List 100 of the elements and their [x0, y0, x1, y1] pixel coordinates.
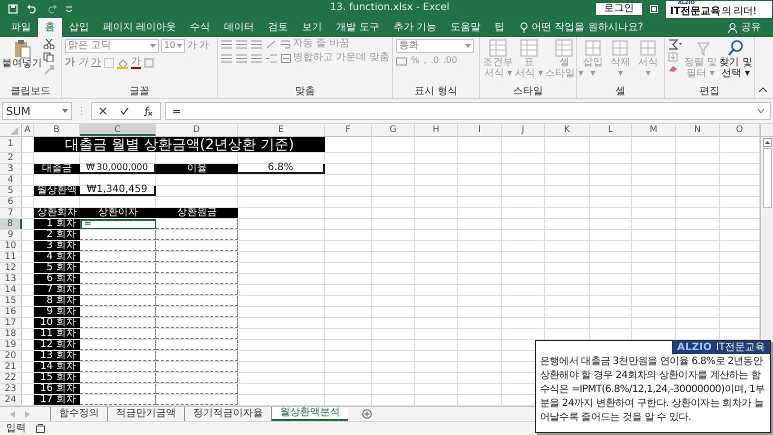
- ribbon-tab[interactable]: 홈: [38, 18, 62, 37]
- scrollbar-thumb[interactable]: [762, 148, 772, 208]
- column-header[interactable]: E: [238, 124, 325, 136]
- number-format-field[interactable]: 통화: [396, 39, 474, 53]
- autosum-icon[interactable]: [668, 39, 682, 50]
- row-header[interactable]: 14: [0, 285, 22, 295]
- customize-icon[interactable]: [66, 6, 72, 12]
- ribbon-tab[interactable]: 삽입: [62, 18, 96, 37]
- redo-icon[interactable]: [46, 4, 58, 14]
- align-middle-icon[interactable]: [236, 40, 247, 48]
- row-header[interactable]: 7: [0, 208, 22, 218]
- lightbulb-icon[interactable]: [520, 22, 528, 33]
- row-header[interactable]: 10: [0, 241, 22, 251]
- indent-icon[interactable]: [266, 54, 277, 62]
- find-select-button[interactable]: 찾기 및 선택 ▾: [719, 39, 752, 79]
- dropdown-icon[interactable]: [62, 109, 68, 113]
- column-header[interactable]: D: [156, 124, 238, 136]
- row-header[interactable]: 23: [0, 384, 22, 394]
- formula-field[interactable]: =: [165, 102, 771, 120]
- column-header[interactable]: I: [458, 124, 502, 136]
- row-header[interactable]: 9: [0, 230, 22, 240]
- row-header[interactable]: 19: [0, 340, 22, 350]
- row-header[interactable]: 15: [0, 296, 22, 306]
- row-header[interactable]: 20: [0, 351, 22, 361]
- tell-me-field[interactable]: 어떤 작업을 원하시나요?: [532, 20, 644, 35]
- ribbon-tab[interactable]: 도움말: [444, 18, 488, 37]
- ribbon-display-icon[interactable]: [650, 5, 658, 13]
- dropdown-icon[interactable]: [177, 44, 182, 48]
- copy-icon[interactable]: [43, 52, 55, 62]
- eraser-icon[interactable]: [668, 64, 680, 73]
- row-header[interactable]: 18: [0, 329, 22, 339]
- dropdown-icon[interactable]: [150, 44, 156, 48]
- row-header[interactable]: 1: [0, 137, 22, 152]
- ribbon-tab[interactable]: 데이터: [217, 18, 262, 37]
- check-icon[interactable]: [120, 107, 130, 115]
- dropdown-icon[interactable]: [465, 44, 471, 48]
- wrap-icon[interactable]: [281, 40, 291, 48]
- ribbon-tab[interactable]: 페이지 레이아웃: [96, 18, 184, 37]
- align-top-icon[interactable]: [221, 40, 232, 48]
- scroll-up-icon[interactable]: [762, 138, 772, 147]
- row-header[interactable]: 12: [0, 263, 22, 273]
- scissors-icon[interactable]: [43, 39, 55, 49]
- borders-icon[interactable]: [104, 58, 114, 68]
- fill-color-icon[interactable]: [117, 58, 128, 68]
- align-bottom-icon[interactable]: [251, 40, 262, 48]
- column-header[interactable]: M: [632, 124, 676, 136]
- ribbon-tab[interactable]: 보기: [295, 18, 330, 37]
- column-header[interactable]: G: [372, 124, 415, 136]
- font-name-field[interactable]: 맑은 고딕: [65, 39, 159, 53]
- ribbon-tab[interactable]: 팁: [488, 18, 512, 37]
- clipboard-icon[interactable]: [13, 39, 31, 59]
- row-header[interactable]: 3: [0, 164, 22, 174]
- column-header[interactable]: K: [545, 124, 590, 136]
- row-header[interactable]: 11: [0, 252, 22, 262]
- row-header[interactable]: 16: [0, 307, 22, 317]
- row-header[interactable]: 21: [0, 362, 22, 372]
- ribbon-tab[interactable]: 개발 도구: [329, 18, 386, 37]
- cancel-icon[interactable]: [98, 107, 107, 115]
- name-box[interactable]: SUM: [2, 102, 72, 120]
- ribbon-tab[interactable]: 수식: [183, 18, 218, 37]
- row-header[interactable]: 13: [0, 274, 22, 284]
- column-header[interactable]: L: [590, 124, 632, 136]
- row-header[interactable]: 22: [0, 373, 22, 383]
- row-header[interactable]: 2: [0, 153, 22, 163]
- font-size-field[interactable]: 10: [161, 39, 185, 53]
- row-header[interactable]: 5: [0, 186, 22, 196]
- undo-icon[interactable]: [26, 4, 38, 14]
- align-center-icon[interactable]: [236, 54, 247, 62]
- paste-button[interactable]: 붙여넣기: [3, 39, 41, 69]
- column-header[interactable]: H: [415, 124, 458, 136]
- row-header[interactable]: 6: [0, 197, 22, 207]
- save-icon[interactable]: [8, 4, 18, 14]
- share-button[interactable]: 공유: [741, 20, 761, 35]
- active-cell[interactable]: =: [80, 219, 156, 229]
- row-header[interactable]: 8: [0, 219, 22, 229]
- ribbon-tab[interactable]: 검토: [261, 18, 296, 37]
- row-header[interactable]: 17: [0, 318, 22, 328]
- collapse-ribbon-icon[interactable]: [759, 87, 767, 92]
- align-left-icon[interactable]: [221, 54, 232, 62]
- column-header[interactable]: F: [325, 124, 372, 136]
- row-header[interactable]: 24: [0, 395, 22, 405]
- search-icon[interactable]: [726, 39, 745, 57]
- sheet-tab[interactable]: 월상환액분석: [271, 407, 348, 421]
- orientation-icon[interactable]: [266, 40, 277, 48]
- align-right-icon[interactable]: [251, 54, 262, 62]
- column-header[interactable]: N: [676, 124, 720, 136]
- add-sheet-icon[interactable]: [362, 409, 372, 419]
- expand-icon[interactable]: [758, 109, 764, 113]
- merge-icon[interactable]: [281, 54, 291, 62]
- ribbon-tab[interactable]: 추가 기능: [386, 18, 444, 37]
- login-button[interactable]: 로그인: [596, 3, 642, 15]
- column-header[interactable]: A: [22, 124, 34, 136]
- column-header[interactable]: C: [80, 124, 156, 136]
- insert-function-icon[interactable]: [143, 106, 154, 116]
- column-header[interactable]: J: [502, 124, 545, 136]
- person-icon[interactable]: [728, 22, 737, 32]
- ribbon-tab[interactable]: 파일: [4, 18, 38, 37]
- previous-sheet-icon[interactable]: [10, 410, 16, 418]
- next-sheet-icon[interactable]: [24, 410, 30, 418]
- row-header[interactable]: 4: [0, 175, 22, 185]
